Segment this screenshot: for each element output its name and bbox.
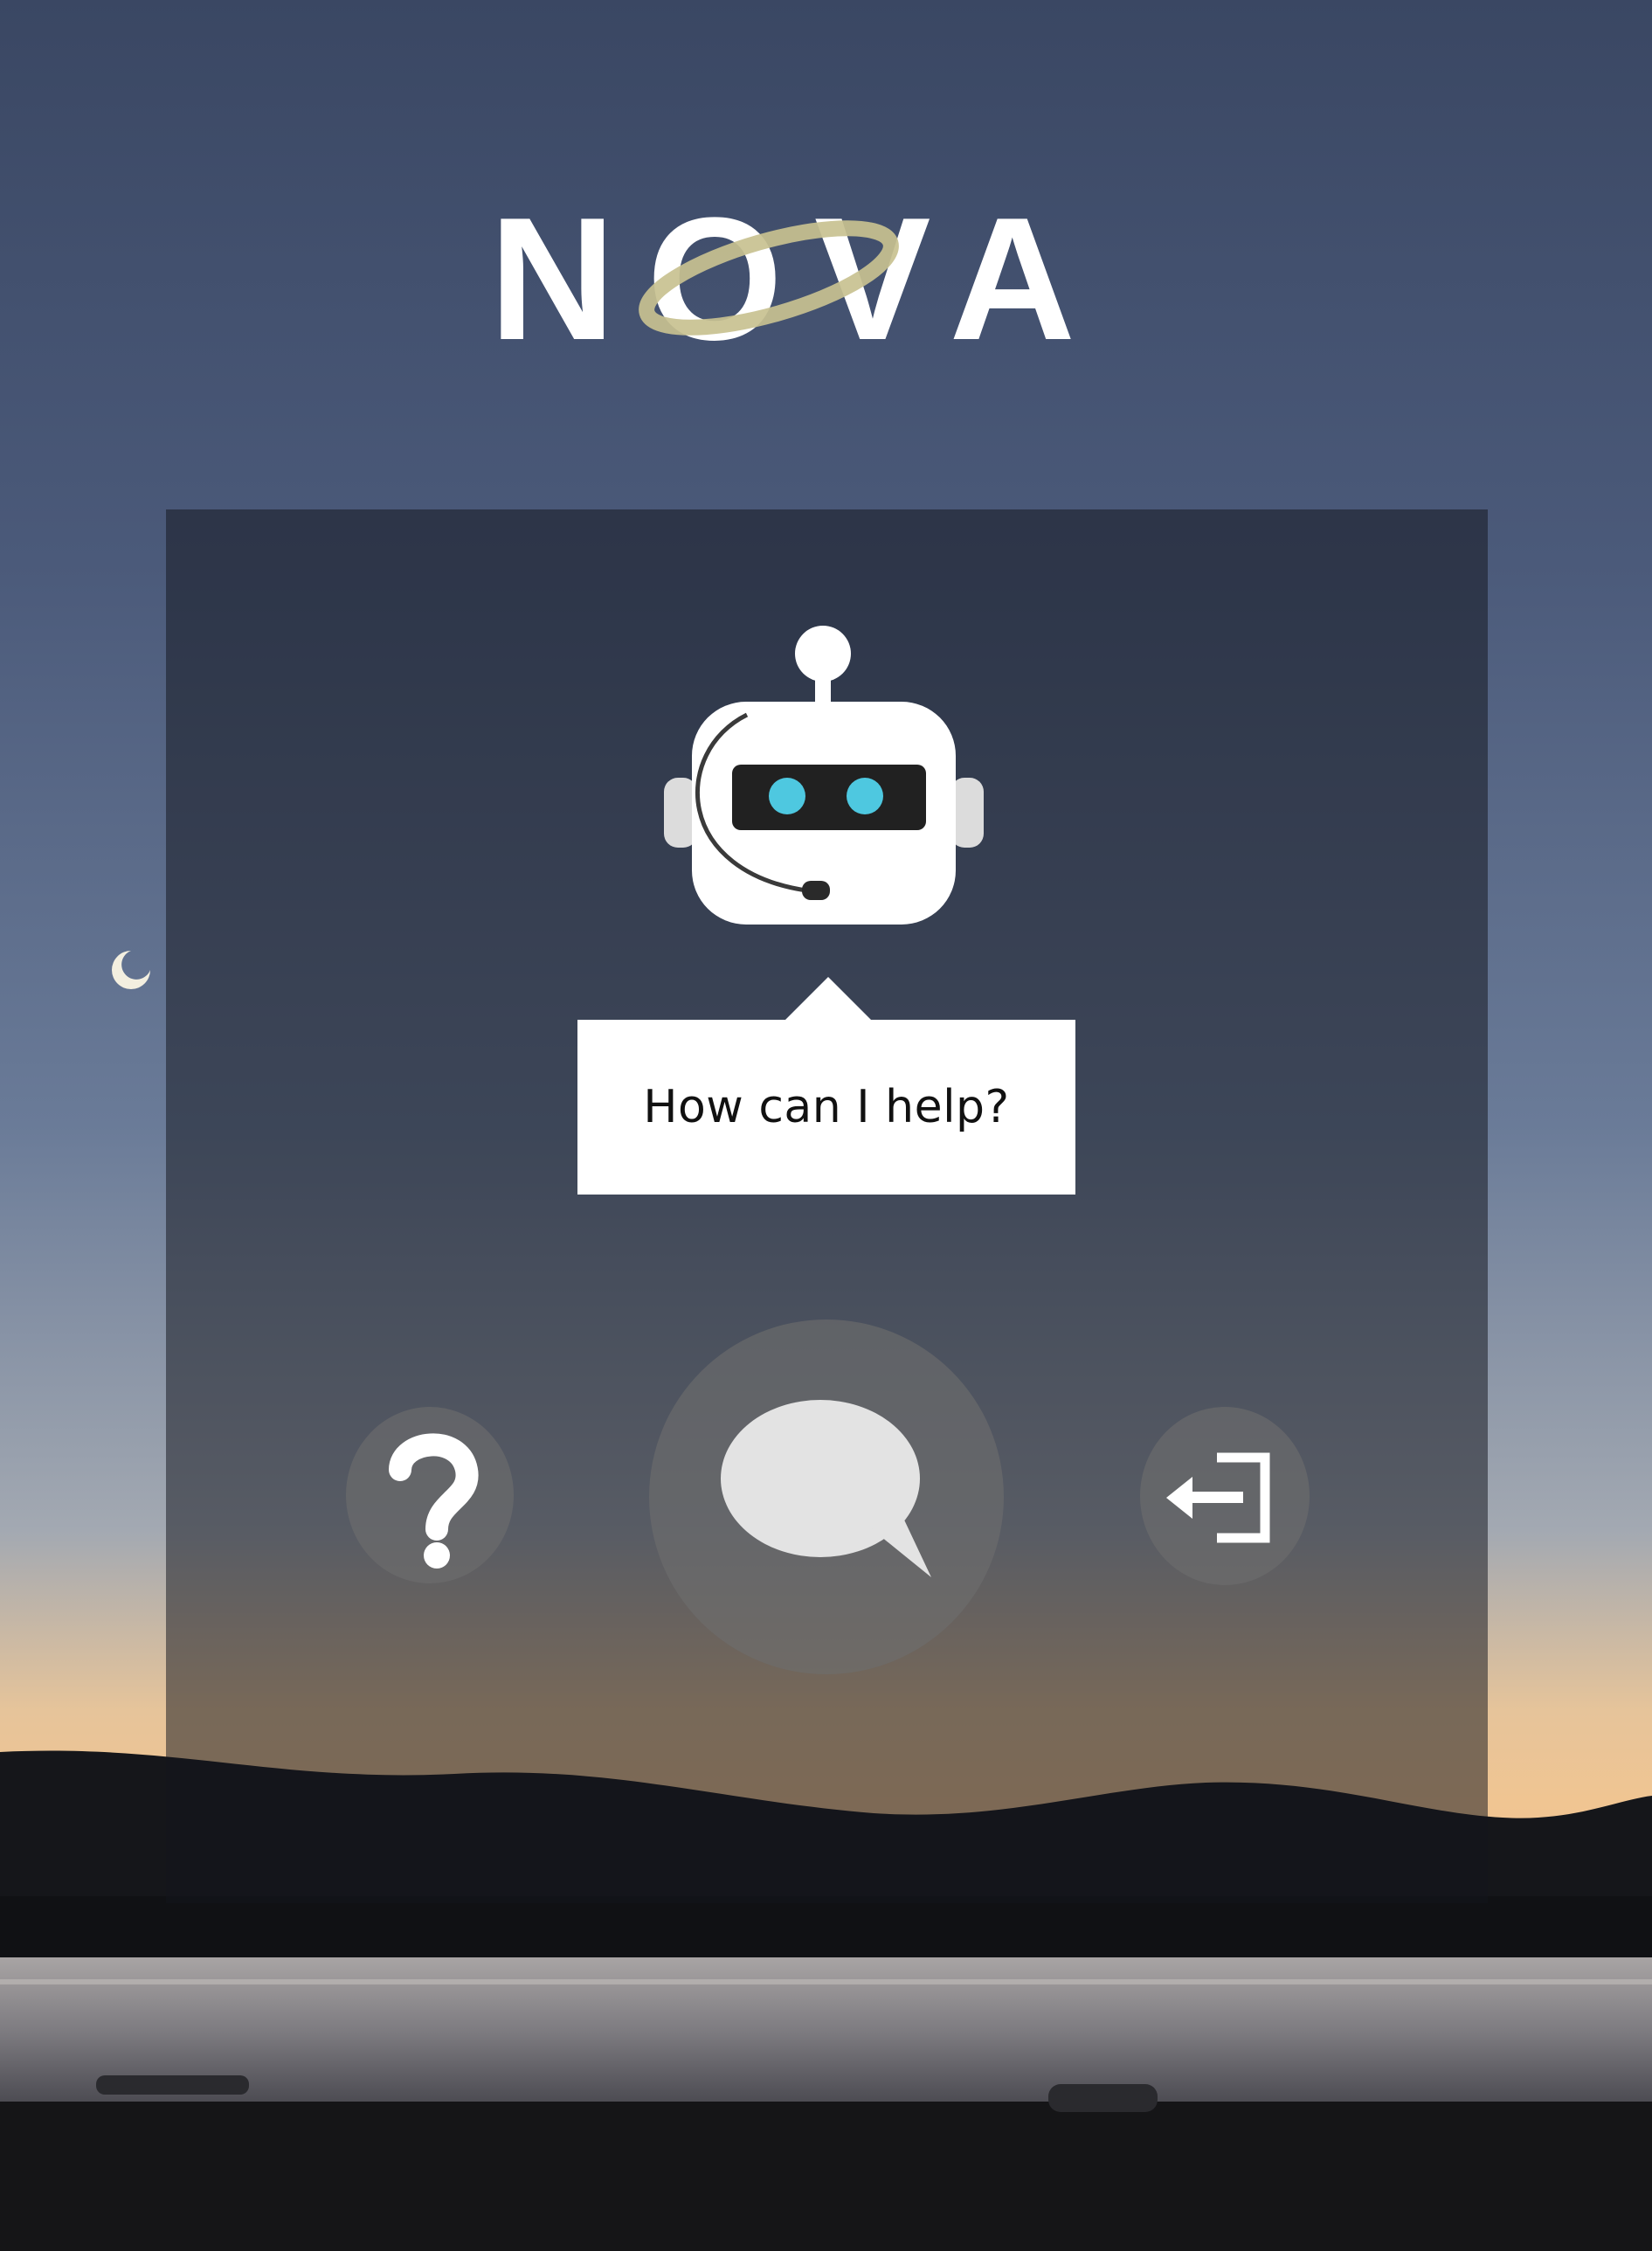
question-mark-icon (389, 1433, 479, 1569)
speech-bubble-pointer (785, 977, 872, 1021)
speech-bubble-icon (721, 1400, 931, 1577)
help-button[interactable] (346, 1407, 514, 1583)
robot-headset-icon (664, 626, 984, 925)
chat-button[interactable] (649, 1319, 1004, 1674)
svg-text:NOVA: NOVA (489, 184, 1107, 358)
assistant-greeting: How can I help? (643, 1081, 1010, 1133)
app-screen: NOVA How can I help? (0, 0, 1652, 2251)
logout-button[interactable] (1140, 1407, 1310, 1585)
exit-door-icon (1166, 1452, 1270, 1543)
nova-logo: NOVA (489, 184, 1107, 358)
assistant-speech-bubble: How can I help? (577, 1020, 1075, 1195)
